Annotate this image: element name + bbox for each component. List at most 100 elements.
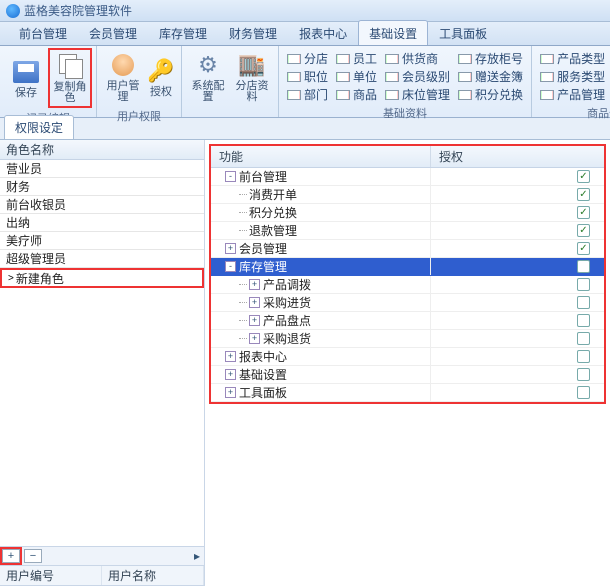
ribbon-item[interactable]: 职位 — [283, 68, 332, 85]
expand-icon[interactable]: + — [249, 315, 260, 326]
doc-icon — [336, 52, 350, 66]
perm-checkbox[interactable] — [577, 332, 590, 345]
main-tabs: 前台管理 会员管理 库存管理 财务管理 报表中心 基础设置 工具面板 — [0, 22, 610, 46]
ribbon-item[interactable]: 赠送金簿 — [454, 68, 527, 85]
perm-checkbox[interactable] — [577, 206, 590, 219]
remove-role-button[interactable]: − — [24, 549, 42, 563]
ribbon-item[interactable]: 商品 — [332, 86, 381, 103]
expand-icon[interactable]: - — [225, 261, 236, 272]
tree-row[interactable]: +采购进货 — [211, 294, 604, 312]
tree-label: 前台管理 — [239, 168, 287, 185]
perm-checkbox[interactable] — [577, 170, 590, 183]
save-button[interactable]: 保存 — [4, 48, 48, 108]
tab-member[interactable]: 会员管理 — [78, 20, 148, 45]
branch-label: 分店资料 — [233, 81, 271, 103]
title-bar: 蓝格美容院管理软件 — [0, 0, 610, 22]
tree-label: 基础设置 — [239, 366, 287, 383]
ribbon-item[interactable]: 产品管理 — [536, 86, 609, 103]
scroll-right-icon[interactable]: ▸ — [190, 549, 204, 563]
expand-icon[interactable]: + — [225, 351, 236, 362]
ribbon-item-label: 积分兑换 — [475, 86, 523, 103]
role-item-new[interactable]: 新建角色 — [0, 268, 204, 288]
expand-icon[interactable]: + — [225, 243, 236, 254]
tab-report[interactable]: 报表中心 — [288, 20, 358, 45]
role-item[interactable]: 财务 — [0, 178, 204, 196]
ribbon-item[interactable]: 员工 — [332, 50, 381, 67]
perm-checkbox[interactable] — [577, 278, 590, 291]
ribbon-item[interactable]: 床位管理 — [381, 86, 454, 103]
key-icon: 🔑 — [147, 57, 175, 85]
tab-front[interactable]: 前台管理 — [8, 20, 78, 45]
perm-checkbox[interactable] — [577, 260, 590, 273]
expand-icon[interactable]: + — [249, 333, 260, 344]
copy-role-button[interactable]: 复制角色 — [48, 48, 92, 108]
ribbon-item-label: 商品 — [353, 86, 377, 103]
expand-icon[interactable]: + — [225, 369, 236, 380]
ribbon-item-label: 会员级别 — [402, 68, 450, 85]
perm-checkbox[interactable] — [577, 296, 590, 309]
role-item[interactable]: 超级管理员 — [0, 250, 204, 268]
tab-tools[interactable]: 工具面板 — [428, 20, 498, 45]
role-item[interactable]: 美疗师 — [0, 232, 204, 250]
perm-checkbox[interactable] — [577, 224, 590, 237]
role-item[interactable]: 出纳 — [0, 214, 204, 232]
tree-row[interactable]: 退款管理 — [211, 222, 604, 240]
tree-row[interactable]: 积分兑换 — [211, 204, 604, 222]
user-icon — [109, 51, 137, 79]
tree-row[interactable]: +采购退货 — [211, 330, 604, 348]
col-auth: 授权 — [431, 146, 604, 167]
perm-checkbox[interactable] — [577, 350, 590, 363]
perm-checkbox[interactable] — [577, 386, 590, 399]
tree-row[interactable]: +产品调拨 — [211, 276, 604, 294]
perm-checkbox[interactable] — [577, 188, 590, 201]
auth-label: 授权 — [150, 87, 172, 98]
tree-row[interactable]: +会员管理 — [211, 240, 604, 258]
tab-finance[interactable]: 财务管理 — [218, 20, 288, 45]
ribbon-item[interactable]: 积分兑换 — [454, 86, 527, 103]
subtab-perm[interactable]: 权限设定 — [4, 115, 74, 139]
ribbon-item[interactable]: 部门 — [283, 86, 332, 103]
tree-row[interactable]: +报表中心 — [211, 348, 604, 366]
tab-stock[interactable]: 库存管理 — [148, 20, 218, 45]
copy-label: 复制角色 — [52, 82, 88, 104]
ribbon-item[interactable]: 分店 — [283, 50, 332, 67]
branch-button[interactable]: 🏬 分店资料 — [230, 48, 274, 106]
tree-row[interactable]: +基础设置 — [211, 366, 604, 384]
role-item[interactable]: 前台收银员 — [0, 196, 204, 214]
doc-icon — [336, 88, 350, 102]
add-role-button[interactable]: + — [2, 549, 20, 563]
user-mgmt-button[interactable]: 用户管理 — [101, 48, 145, 106]
role-item[interactable]: 营业员 — [0, 160, 204, 178]
ribbon-item[interactable]: 存放柜号 — [454, 50, 527, 67]
user-name-col: 用户名称 — [102, 566, 204, 585]
gear-icon: ⚙ — [194, 51, 222, 79]
ribbon-item-label: 员工 — [353, 50, 377, 67]
perm-checkbox[interactable] — [577, 314, 590, 327]
ribbon-item[interactable]: 产品类型 — [536, 50, 609, 67]
sysconfig-button[interactable]: ⚙ 系统配置 — [186, 48, 230, 106]
role-list: 营业员财务前台收银员出纳美疗师超级管理员新建角色 — [0, 160, 204, 288]
app-icon — [6, 4, 20, 18]
perm-checkbox[interactable] — [577, 368, 590, 381]
auth-button[interactable]: 🔑 授权 — [145, 48, 177, 106]
doc-icon — [385, 52, 399, 66]
ribbon-item-label: 存放柜号 — [475, 50, 523, 67]
tab-basic[interactable]: 基础设置 — [358, 20, 428, 45]
expand-icon[interactable]: - — [225, 171, 236, 182]
tree-row[interactable]: -库存管理 — [211, 258, 604, 276]
ribbon-item[interactable]: 会员级别 — [381, 68, 454, 85]
ribbon-item[interactable]: 供货商 — [381, 50, 454, 67]
expand-icon[interactable]: + — [249, 297, 260, 308]
expand-icon[interactable]: + — [225, 387, 236, 398]
ribbon-item[interactable]: 服务类型 — [536, 68, 609, 85]
expand-icon[interactable]: + — [249, 279, 260, 290]
tree-label: 采购退货 — [263, 330, 311, 347]
ribbon-item[interactable]: 单位 — [332, 68, 381, 85]
tree-row[interactable]: 消费开单 — [211, 186, 604, 204]
pm-bar: + − ▸ — [0, 546, 204, 566]
perm-checkbox[interactable] — [577, 242, 590, 255]
tree-row[interactable]: -前台管理 — [211, 168, 604, 186]
tree-row[interactable]: +工具面板 — [211, 384, 604, 402]
sysconfig-label: 系统配置 — [189, 81, 227, 103]
tree-row[interactable]: +产品盘点 — [211, 312, 604, 330]
